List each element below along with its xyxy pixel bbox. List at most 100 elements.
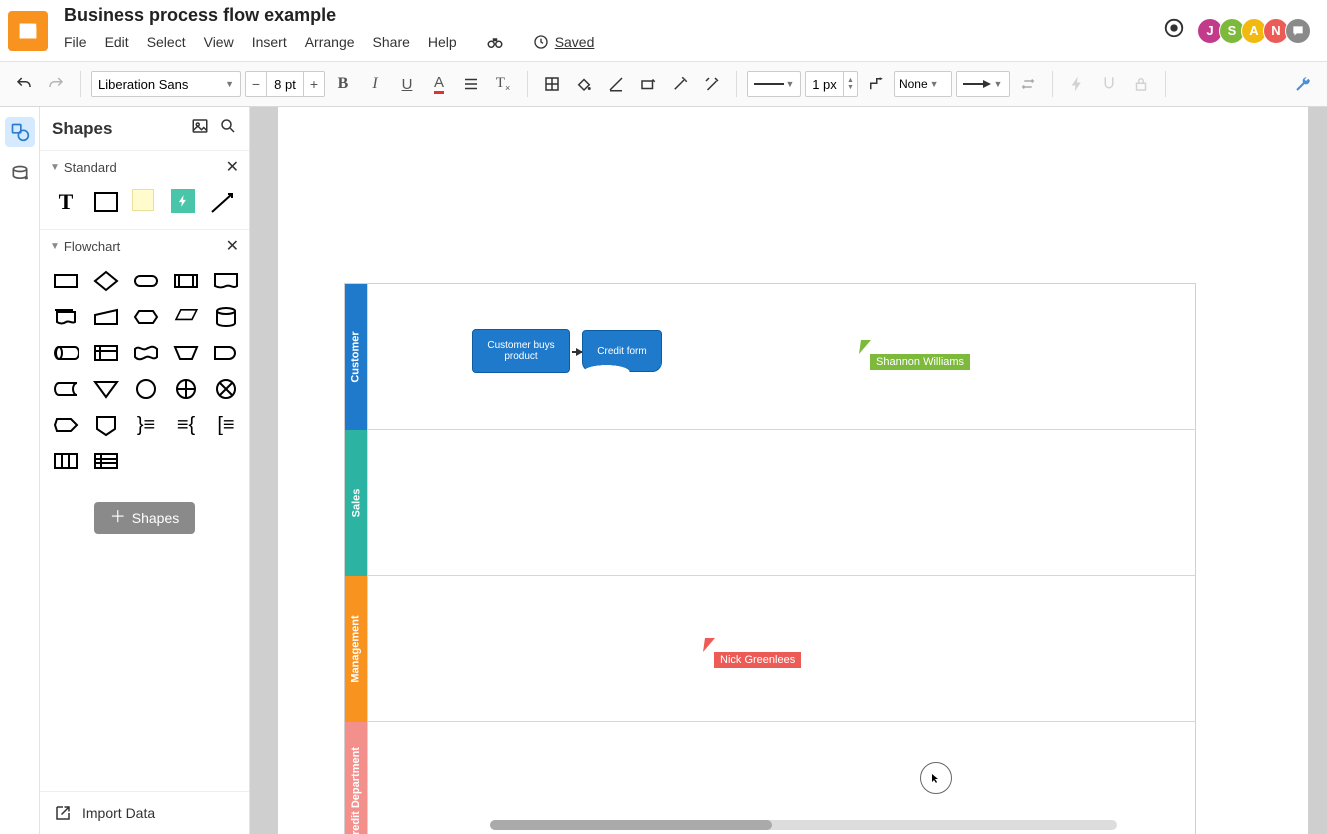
data-shape[interactable] xyxy=(172,304,200,330)
category-standard[interactable]: ▼ Standard ✕ xyxy=(40,150,249,183)
line-style-select[interactable]: ▼ xyxy=(747,71,801,97)
manual-input-shape[interactable] xyxy=(92,304,120,330)
effects-button[interactable] xyxy=(698,70,726,98)
snap-button[interactable] xyxy=(1095,70,1123,98)
connector-arrow[interactable] xyxy=(572,351,582,353)
menu-insert[interactable]: Insert xyxy=(252,34,287,50)
predefined-shape[interactable] xyxy=(172,268,200,294)
magic-button[interactable] xyxy=(666,70,694,98)
delay-shape[interactable] xyxy=(212,340,240,366)
or-shape[interactable] xyxy=(172,376,200,402)
table-shape[interactable] xyxy=(52,448,80,474)
line-width-value[interactable]: 1 px xyxy=(806,72,844,96)
manual-op-shape[interactable] xyxy=(172,340,200,366)
brace-right-shape[interactable]: }≡ xyxy=(132,412,160,438)
internal-storage-shape[interactable] xyxy=(92,340,120,366)
italic-button[interactable]: I xyxy=(361,70,389,98)
font-size-stepper[interactable]: − 8 pt + xyxy=(245,71,325,97)
process-node[interactable]: Customer buys product xyxy=(472,329,570,373)
summing-shape[interactable] xyxy=(212,376,240,402)
paper-tape-shape[interactable] xyxy=(132,340,160,366)
menu-edit[interactable]: Edit xyxy=(105,34,129,50)
decrease-size-button[interactable]: − xyxy=(246,76,266,92)
chat-icon[interactable] xyxy=(1285,18,1311,44)
action-shape[interactable] xyxy=(171,189,195,213)
process-shape[interactable] xyxy=(52,268,80,294)
shape-style-button[interactable] xyxy=(634,70,662,98)
swap-ends-button[interactable] xyxy=(1014,70,1042,98)
lane-body-customer[interactable]: Customer buys product Credit form Shanno… xyxy=(367,284,1195,430)
list-shape[interactable] xyxy=(92,448,120,474)
undo-button[interactable] xyxy=(10,70,38,98)
menu-file[interactable]: File xyxy=(64,34,87,50)
app-logo[interactable] xyxy=(8,11,48,51)
text-color-button[interactable]: A xyxy=(425,70,453,98)
menu-share[interactable]: Share xyxy=(373,34,410,50)
lane-body-sales[interactable] xyxy=(367,430,1195,576)
arrow-end-select[interactable]: ▼ xyxy=(956,71,1010,97)
document-node[interactable]: Credit form xyxy=(582,330,662,372)
canvas[interactable]: Customer Customer buys product Credit fo… xyxy=(250,107,1327,834)
horizontal-scrollbar[interactable] xyxy=(490,820,1117,830)
scrollbar-thumb[interactable] xyxy=(490,820,772,830)
lane-header-sales[interactable]: Sales xyxy=(345,430,367,576)
font-family-select[interactable]: Liberation Sans ▼ xyxy=(91,71,241,97)
document-title[interactable]: Business process flow example xyxy=(64,5,594,26)
lane-body-management[interactable]: Nick Greenlees xyxy=(367,576,1195,722)
font-size-value[interactable]: 8 pt xyxy=(266,72,304,96)
menu-help[interactable]: Help xyxy=(428,34,457,50)
search-icon[interactable] xyxy=(219,117,237,140)
present-icon[interactable] xyxy=(1163,17,1185,44)
fill-color-button[interactable] xyxy=(570,70,598,98)
collaborator-avatars[interactable]: J S A N xyxy=(1197,18,1311,44)
stored-data-shape[interactable] xyxy=(52,376,80,402)
arrow-shape[interactable] xyxy=(209,189,237,215)
display-shape[interactable] xyxy=(52,412,80,438)
document-shape[interactable] xyxy=(212,268,240,294)
clear-format-button[interactable]: T× xyxy=(489,70,517,98)
decision-shape[interactable] xyxy=(92,268,120,294)
line-color-button[interactable] xyxy=(602,70,630,98)
image-icon[interactable] xyxy=(191,117,209,140)
shapes-panel-tab[interactable] xyxy=(5,117,35,147)
underline-button[interactable]: U xyxy=(393,70,421,98)
line-width-stepper[interactable]: 1 px ▲ ▼ xyxy=(805,71,858,97)
bold-button[interactable]: B xyxy=(329,70,357,98)
note-left-shape[interactable]: [≡ xyxy=(212,412,240,438)
increase-size-button[interactable]: + xyxy=(304,76,324,92)
text-shape[interactable]: T xyxy=(52,189,80,215)
container-button[interactable] xyxy=(538,70,566,98)
terminator-shape[interactable] xyxy=(132,268,160,294)
import-data-button[interactable]: Import Data xyxy=(40,791,249,834)
data-panel-tab[interactable] xyxy=(5,159,35,189)
offpage-shape[interactable] xyxy=(92,412,120,438)
lane-header-management[interactable]: Management xyxy=(345,576,367,722)
connection-style-select[interactable]: None ▼ xyxy=(894,71,952,97)
align-button[interactable] xyxy=(457,70,485,98)
menu-arrange[interactable]: Arrange xyxy=(305,34,355,50)
action-button[interactable] xyxy=(1063,70,1091,98)
settings-wrench-icon[interactable] xyxy=(1289,70,1317,98)
close-icon[interactable]: ✕ xyxy=(226,236,239,256)
merge-shape[interactable] xyxy=(92,376,120,402)
lane-body-credit[interactable] xyxy=(367,722,1195,834)
connector-shape[interactable] xyxy=(132,376,160,402)
decrease-width-button[interactable]: ▼ xyxy=(847,84,854,91)
rectangle-shape[interactable] xyxy=(92,189,120,215)
redo-button[interactable] xyxy=(42,70,70,98)
lock-button[interactable] xyxy=(1127,70,1155,98)
note-shape[interactable] xyxy=(132,189,154,211)
paper[interactable]: Customer Customer buys product Credit fo… xyxy=(278,107,1308,834)
preparation-shape[interactable] xyxy=(132,304,160,330)
add-shapes-button[interactable]: ＋ Shapes xyxy=(94,502,196,534)
binoculars-icon[interactable] xyxy=(481,28,509,56)
brace-left-shape[interactable]: ≡{ xyxy=(172,412,200,438)
lane-header-credit[interactable]: Credit Department xyxy=(345,722,367,834)
direct-data-shape[interactable] xyxy=(52,340,80,366)
increase-width-button[interactable]: ▲ xyxy=(847,77,854,84)
menu-view[interactable]: View xyxy=(204,34,234,50)
swimlane-container[interactable]: Customer Customer buys product Credit fo… xyxy=(344,283,1196,834)
menu-select[interactable]: Select xyxy=(147,34,186,50)
close-icon[interactable]: ✕ xyxy=(226,157,239,177)
category-flowchart[interactable]: ▼ Flowchart ✕ xyxy=(40,229,249,262)
